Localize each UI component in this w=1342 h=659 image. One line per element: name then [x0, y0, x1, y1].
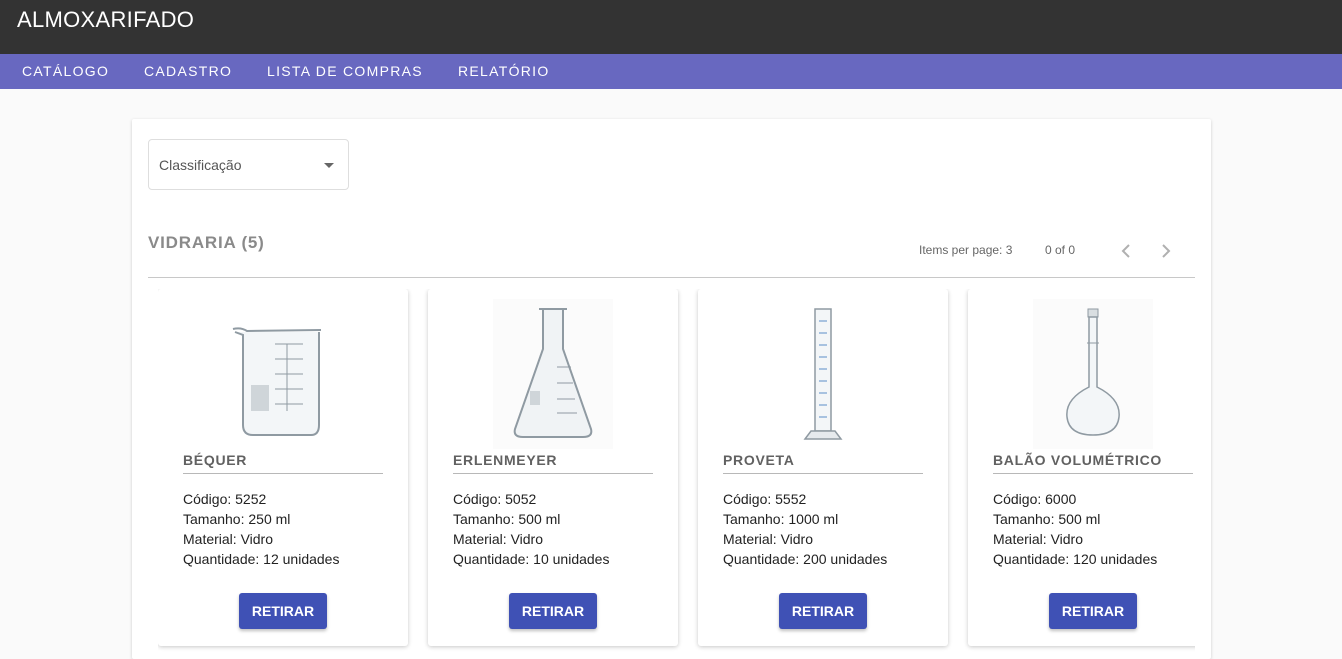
- volumetric-flask-image: [1033, 299, 1153, 449]
- product-size: Tamanho: 1000 ml: [723, 511, 839, 527]
- product-name: ERLENMEYER: [453, 452, 653, 474]
- product-quantity: Quantidade: 200 unidades: [723, 551, 888, 567]
- paginator-range: 0 of 0: [1045, 243, 1076, 257]
- product-code: Código: 5552: [723, 491, 807, 507]
- product-material: Material: Vidro: [183, 531, 274, 547]
- product-size: Tamanho: 500 ml: [993, 511, 1101, 527]
- main-nav: CATÁLOGO CADASTRO LISTA DE COMPRAS RELAT…: [0, 54, 1342, 89]
- items-per-page-label: Items per page: 3: [919, 243, 1013, 257]
- withdraw-button[interactable]: RETIRAR: [509, 593, 597, 629]
- product-card: PROVETA Código: 5552 Tamanho: 1000 ml Ma…: [698, 289, 948, 646]
- product-code: Código: 6000: [993, 491, 1077, 507]
- app-toolbar: ALMOXARIFADO: [0, 0, 1342, 54]
- product-material: Material: Vidro: [993, 531, 1084, 547]
- withdraw-button[interactable]: RETIRAR: [779, 593, 867, 629]
- product-material: Material: Vidro: [453, 531, 544, 547]
- catalog-panel: Classificação VIDRARIA (5) Items per pag…: [132, 119, 1211, 659]
- items-per-page-value[interactable]: 3: [1006, 243, 1013, 257]
- product-card: ERLENMEYER Código: 5052 Tamanho: 500 ml …: [428, 289, 678, 646]
- nav-item-catalogo[interactable]: CATÁLOGO: [22, 63, 109, 79]
- section-divider: [148, 277, 1195, 278]
- product-name: BALÃO VOLUMÉTRICO: [993, 452, 1193, 474]
- product-quantity: Quantidade: 12 unidades: [183, 551, 340, 567]
- beaker-image: [232, 327, 322, 436]
- product-material: Material: Vidro: [723, 531, 814, 547]
- withdraw-button[interactable]: RETIRAR: [1049, 593, 1137, 629]
- graduated-cylinder-image: [803, 308, 843, 440]
- product-code: Código: 5052: [453, 491, 537, 507]
- product-name: PROVETA: [723, 452, 923, 474]
- product-card: BÉQUER Código: 5252 Tamanho: 250 ml Mate…: [158, 289, 408, 646]
- section-title: VIDRARIA (5): [148, 233, 265, 252]
- erlenmeyer-flask-image: [493, 299, 613, 449]
- product-quantity: Quantidade: 10 unidades: [453, 551, 610, 567]
- dropdown-arrow-icon: [324, 163, 334, 168]
- product-name: BÉQUER: [183, 452, 383, 474]
- app-title: ALMOXARIFADO: [17, 7, 195, 32]
- previous-page-button[interactable]: [1114, 239, 1138, 263]
- nav-item-lista-de-compras[interactable]: LISTA DE COMPRAS: [267, 63, 423, 79]
- product-code: Código: 5252: [183, 491, 267, 507]
- next-page-button[interactable]: [1154, 239, 1178, 263]
- product-quantity: Quantidade: 120 unidades: [993, 551, 1158, 567]
- product-card-list: BÉQUER Código: 5252 Tamanho: 250 ml Mate…: [158, 289, 1195, 659]
- product-size: Tamanho: 500 ml: [453, 511, 561, 527]
- product-size: Tamanho: 250 ml: [183, 511, 291, 527]
- chevron-left-icon: [1121, 244, 1130, 258]
- classification-select-placeholder: Classificação: [159, 157, 242, 173]
- product-card: BALÃO VOLUMÉTRICO Código: 6000 Tamanho: …: [968, 289, 1195, 646]
- withdraw-button[interactable]: RETIRAR: [239, 593, 327, 629]
- chevron-right-icon: [1162, 244, 1171, 258]
- classification-select[interactable]: Classificação: [148, 139, 349, 190]
- nav-item-relatorio[interactable]: RELATÓRIO: [458, 63, 550, 79]
- nav-item-cadastro[interactable]: CADASTRO: [144, 63, 232, 79]
